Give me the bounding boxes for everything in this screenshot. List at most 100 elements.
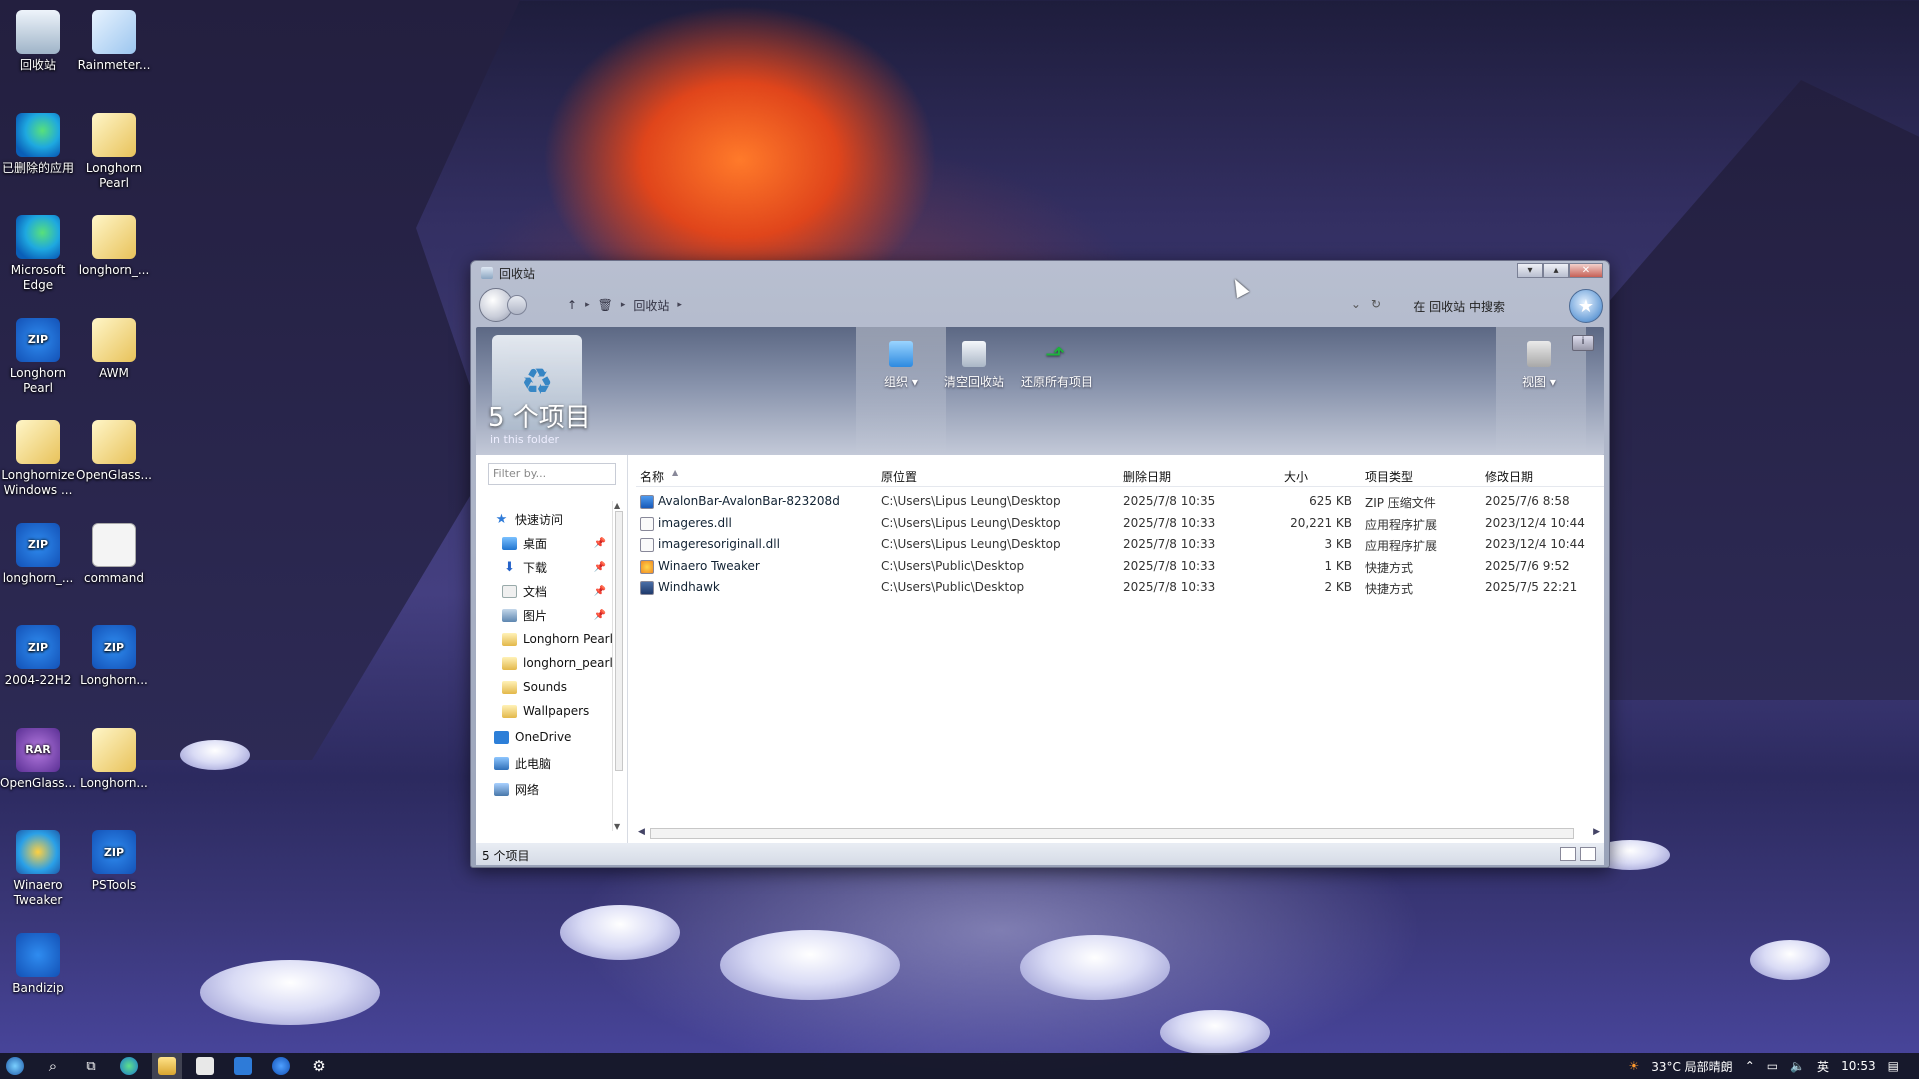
desktop-icon[interactable]: ZIP 2004-22H2 bbox=[0, 619, 76, 715]
nav-item-label: Longhorn Pearl bbox=[523, 632, 613, 646]
task-view-icon[interactable]: ⧉ bbox=[76, 1053, 106, 1079]
pin-icon[interactable]: 📌 bbox=[594, 586, 606, 597]
in-folder-label: in this folder bbox=[490, 433, 560, 446]
refresh-icon[interactable]: ↻ bbox=[1371, 297, 1381, 311]
column-date-modified[interactable]: 修改日期 bbox=[1485, 468, 1533, 485]
nav-item[interactable]: Wallpapers bbox=[476, 699, 616, 723]
nav-item[interactable]: 网络 bbox=[476, 777, 616, 801]
file-row[interactable]: Winaero Tweaker C:\Users\Public\Desktop 20… bbox=[636, 556, 1604, 577]
clock[interactable]: 10:53 bbox=[1841, 1059, 1876, 1073]
organize-button[interactable]: 组织 ▾ bbox=[884, 341, 918, 390]
desktop-icon[interactable]: Bandizip bbox=[0, 927, 76, 1023]
tray-overflow-icon[interactable]: ⌃ bbox=[1745, 1059, 1755, 1073]
file-row[interactable]: Windhawk C:\Users\Public\Desktop 2025/7/8 … bbox=[636, 577, 1604, 598]
nav-item[interactable]: 图片 📌 bbox=[476, 603, 616, 627]
edge-taskbar-icon[interactable] bbox=[114, 1053, 144, 1079]
network-icon[interactable]: ▭ bbox=[1767, 1059, 1778, 1073]
mail-taskbar-icon[interactable] bbox=[228, 1053, 258, 1079]
desktop-icon[interactable]: Longhorn... bbox=[76, 722, 152, 818]
nav-item[interactable]: longhorn_pearl bbox=[476, 651, 616, 675]
nav-item[interactable]: ⬇ 下载 📌 bbox=[476, 555, 616, 579]
recycle-bin-icon bbox=[16, 10, 60, 54]
search-input[interactable]: 在 回收站 中搜索 bbox=[1413, 298, 1505, 315]
nav-item[interactable]: 文档 📌 bbox=[476, 579, 616, 603]
settings-taskbar-icon[interactable]: ⚙ bbox=[304, 1053, 334, 1079]
file-explorer-taskbar-icon[interactable] bbox=[152, 1053, 182, 1079]
nav-item[interactable]: Longhorn Pearl bbox=[476, 627, 616, 651]
desktop-icon[interactable]: ZIP Longhorn... bbox=[76, 619, 152, 715]
desktop-icon[interactable]: AWM bbox=[76, 312, 152, 408]
scroll-up-icon[interactable]: ▲ bbox=[614, 501, 620, 510]
desktop-icon[interactable]: OpenGlass... bbox=[76, 414, 152, 510]
restore-all-button[interactable]: ⬏ 还原所有项目 bbox=[1021, 341, 1093, 390]
desktop-icon-label: Winaero Tweaker bbox=[13, 878, 63, 907]
pin-icon[interactable]: 📌 bbox=[594, 562, 606, 573]
desktop-icon[interactable]: Winaero Tweaker bbox=[0, 824, 76, 920]
chevron-right-icon[interactable]: ▸ bbox=[677, 300, 682, 310]
scroll-left-icon[interactable]: ◀ bbox=[638, 827, 645, 837]
recycle-bin-crumb-icon[interactable]: 🗑 bbox=[598, 298, 613, 312]
info-icon[interactable]: i bbox=[1572, 335, 1594, 351]
nav-item[interactable]: ★ 快速访问 bbox=[476, 507, 616, 531]
large-icons-view-icon[interactable] bbox=[1580, 847, 1596, 861]
desktop-icon[interactable]: 回收站 bbox=[0, 4, 76, 100]
nav-item[interactable]: Sounds bbox=[476, 675, 616, 699]
dropdown-icon[interactable]: ⌄ bbox=[1351, 297, 1361, 311]
column-original-location[interactable]: 原位置 bbox=[881, 468, 917, 485]
desktop-icon[interactable]: Longhornize Windows ... bbox=[0, 414, 76, 510]
nav-item[interactable]: 桌面 📌 bbox=[476, 531, 616, 555]
desktop-icon[interactable]: 已删除的应用 bbox=[0, 107, 76, 203]
filter-input[interactable]: Filter by... bbox=[488, 463, 616, 485]
title-bar[interactable]: 回收站 ▾ ▴ ✕ bbox=[471, 261, 1609, 285]
weather-text[interactable]: 33°C 局部晴朗 bbox=[1651, 1058, 1732, 1075]
column-date-deleted[interactable]: 删除日期 bbox=[1123, 468, 1171, 485]
column-size[interactable]: 大小 bbox=[1284, 468, 1308, 485]
desktop-icon[interactable]: longhorn_... bbox=[76, 209, 152, 305]
nav-scrollbar[interactable]: ▲ ▼ bbox=[612, 501, 624, 831]
horizontal-scrollbar[interactable]: ◀ ▶ bbox=[636, 825, 1604, 841]
scroll-thumb[interactable] bbox=[615, 511, 623, 771]
pin-icon[interactable]: 📌 bbox=[594, 610, 606, 621]
scroll-right-icon[interactable]: ▶ bbox=[1593, 827, 1600, 837]
column-name[interactable]: 名称 bbox=[640, 468, 664, 485]
close-button[interactable]: ✕ bbox=[1569, 263, 1603, 278]
nav-item[interactable]: OneDrive bbox=[476, 725, 616, 749]
view-button[interactable]: 视图 ▾ bbox=[1522, 341, 1556, 390]
file-row[interactable]: imageres.dll C:\Users\Lipus Leung\Desktop… bbox=[636, 513, 1604, 534]
file-row[interactable]: imageresoriginall.dll C:\Users\Lipus Leun… bbox=[636, 534, 1604, 555]
up-arrow-icon[interactable]: ↑ bbox=[567, 298, 577, 312]
forward-button[interactable] bbox=[507, 295, 527, 315]
recycle-bin-window[interactable]: 回收站 ▾ ▴ ✕ ↑ ▸ 🗑 ▸ 回收站 ▸ ⌄ ↻ 在 回收站 中搜索 ★ … bbox=[470, 260, 1610, 868]
file-row[interactable]: AvalonBar-AvalonBar-823208d C:\Users\Lipu… bbox=[636, 491, 1604, 512]
maximize-button[interactable]: ▴ bbox=[1543, 263, 1569, 278]
details-view-icon[interactable] bbox=[1560, 847, 1576, 861]
volume-icon[interactable]: 🔈 bbox=[1790, 1059, 1805, 1073]
favorites-star-icon[interactable]: ★ bbox=[1569, 289, 1603, 323]
store-taskbar-icon[interactable] bbox=[190, 1053, 220, 1079]
breadcrumb-item[interactable]: 回收站 bbox=[633, 297, 669, 314]
desktop-icon[interactable]: command bbox=[76, 517, 152, 613]
desktop-icon[interactable]: ZIP Longhorn Pearl bbox=[0, 312, 76, 408]
cell-name: imageresoriginall.dll bbox=[658, 537, 780, 551]
desktop-icon[interactable]: Microsoft Edge bbox=[0, 209, 76, 305]
search-icon[interactable]: ⌕ bbox=[38, 1053, 68, 1079]
horizontal-scroll-thumb[interactable] bbox=[650, 828, 1574, 839]
bandizip-taskbar-icon[interactable] bbox=[266, 1053, 296, 1079]
weather-icon[interactable]: ☀ bbox=[1628, 1059, 1639, 1073]
desktop-icon[interactable]: RAR OpenGlass... bbox=[0, 722, 76, 818]
notification-icon[interactable]: ▤ bbox=[1888, 1059, 1899, 1073]
cell-modified: 2025/7/6 8:58 bbox=[1485, 494, 1570, 508]
column-item-type[interactable]: 项目类型 bbox=[1365, 468, 1413, 485]
pin-icon[interactable]: 📌 bbox=[594, 538, 606, 549]
desktop-icon[interactable]: ZIP longhorn_... bbox=[0, 517, 76, 613]
start-button[interactable] bbox=[0, 1053, 30, 1079]
desktop-icon-label: command bbox=[84, 570, 144, 585]
desktop-icon[interactable]: Rainmeter... bbox=[76, 4, 152, 100]
ime-indicator[interactable]: 英 bbox=[1817, 1058, 1829, 1075]
scroll-down-icon[interactable]: ▼ bbox=[614, 822, 620, 831]
minimize-button[interactable]: ▾ bbox=[1517, 263, 1543, 278]
empty-recycle-bin-button[interactable]: 清空回收站 bbox=[944, 341, 1004, 390]
nav-item[interactable]: 此电脑 bbox=[476, 751, 616, 775]
desktop-icon[interactable]: ZIP PSTools bbox=[76, 824, 152, 920]
desktop-icon[interactable]: Longhorn Pearl bbox=[76, 107, 152, 203]
